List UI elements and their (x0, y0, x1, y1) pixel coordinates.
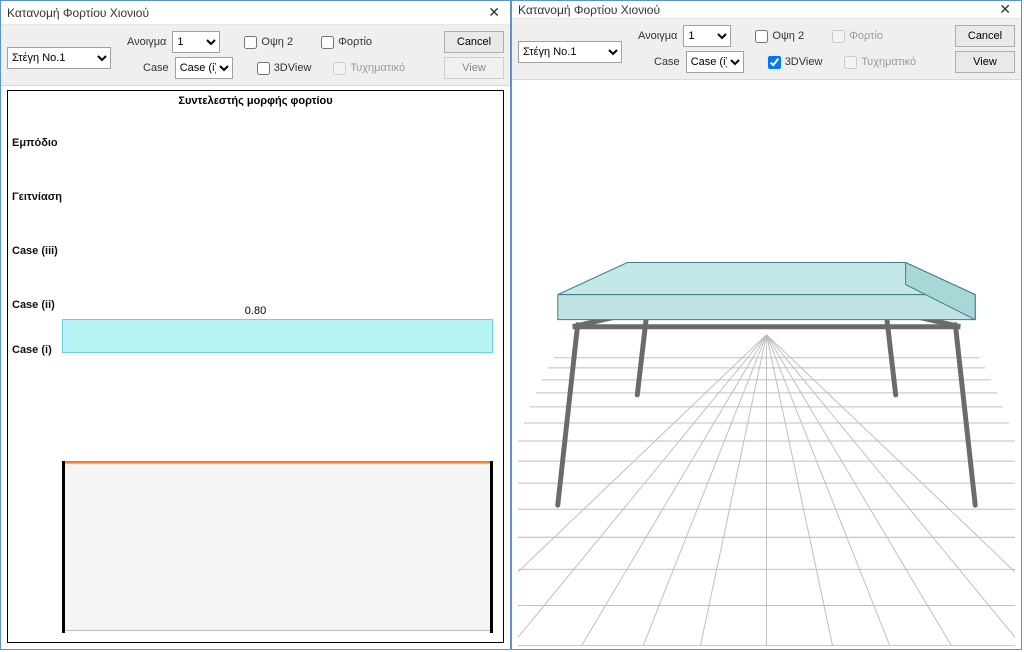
chk-3dview-right[interactable]: 3DView (768, 56, 823, 69)
bar-value: 0.80 (245, 305, 266, 317)
roof-select[interactable]: Στέγη No.1 (7, 47, 111, 69)
chk-accidental-right: Τυχηματικό (844, 56, 916, 69)
row-label-1: Γειτνίαση (12, 191, 62, 203)
chk-load-r: Φορτίο (832, 30, 883, 43)
dialog-left: Κατανομή Φορτίου Χιονιού ✕ Στέγη No.1 Αν… (0, 0, 511, 650)
roof-edge-left (62, 461, 65, 633)
case-select[interactable]: Case (i) (175, 57, 233, 79)
opening-label-r: Ανοιγμα (638, 30, 677, 42)
toolbar-left: Στέγη No.1 Ανοιγμα 1 Οψη 2 Φορτίο Cancel… (1, 25, 510, 86)
3d-scene-svg (518, 84, 1015, 646)
view-button-right[interactable]: View (955, 51, 1015, 73)
row-label-3: Case (ii) (12, 299, 55, 311)
opening-select-r[interactable]: 1 (683, 25, 731, 47)
case-select-r[interactable]: Case (i) (686, 51, 744, 73)
chk-accidental-left: Τυχηματικό (333, 62, 405, 75)
chk-view2-r[interactable]: Οψη 2 (755, 30, 804, 43)
chk-view2[interactable]: Οψη 2 (244, 36, 293, 49)
titlebar-right: Κατανομή Φορτίου Χιονιού ✕ (512, 1, 1021, 19)
view-button-left: View (444, 57, 504, 79)
case-label-r: Case (654, 56, 680, 68)
titlebar-left: Κατανομή Φορτίου Χιονιού ✕ (1, 1, 510, 25)
roof-section (62, 463, 493, 631)
dialog-right: Κατανομή Φορτίου Χιονιού ✕ Στέγη No.1 Αν… (511, 0, 1022, 650)
chk-load[interactable]: Φορτίο (321, 36, 372, 49)
chk-3dview-left[interactable]: 3DView (257, 62, 312, 75)
row-label-4: Case (i) (12, 344, 52, 356)
roof-select-r[interactable]: Στέγη No.1 (518, 41, 622, 63)
window-title-r: Κατανομή Φορτίου Χιονιού (518, 3, 660, 17)
diagram-canvas: Συντελεστής μορφής φορτίου Εμπόδιο Γειτν… (7, 90, 504, 643)
3d-view-canvas[interactable] (518, 84, 1015, 646)
row-label-0: Εμπόδιο (12, 137, 58, 149)
diagram-heading: Συντελεστής μορφής φορτίου (178, 95, 332, 107)
cancel-button[interactable]: Cancel (444, 31, 504, 53)
value-bar (62, 319, 493, 353)
opening-label: Ανοιγμα (127, 36, 166, 48)
close-icon[interactable]: ✕ (484, 4, 504, 21)
opening-select[interactable]: 1 (172, 31, 220, 53)
toolbar-right: Στέγη No.1 Ανοιγμα 1 Οψη 2 Φορτίο Cancel… (512, 19, 1021, 80)
window-title: Κατανομή Φορτίου Χιονιού (7, 6, 149, 20)
case-label: Case (143, 62, 169, 74)
close-icon-r[interactable]: ✕ (995, 1, 1015, 18)
roof-edge-right (490, 461, 493, 633)
row-label-2: Case (iii) (12, 245, 58, 257)
cancel-button-r[interactable]: Cancel (955, 25, 1015, 47)
